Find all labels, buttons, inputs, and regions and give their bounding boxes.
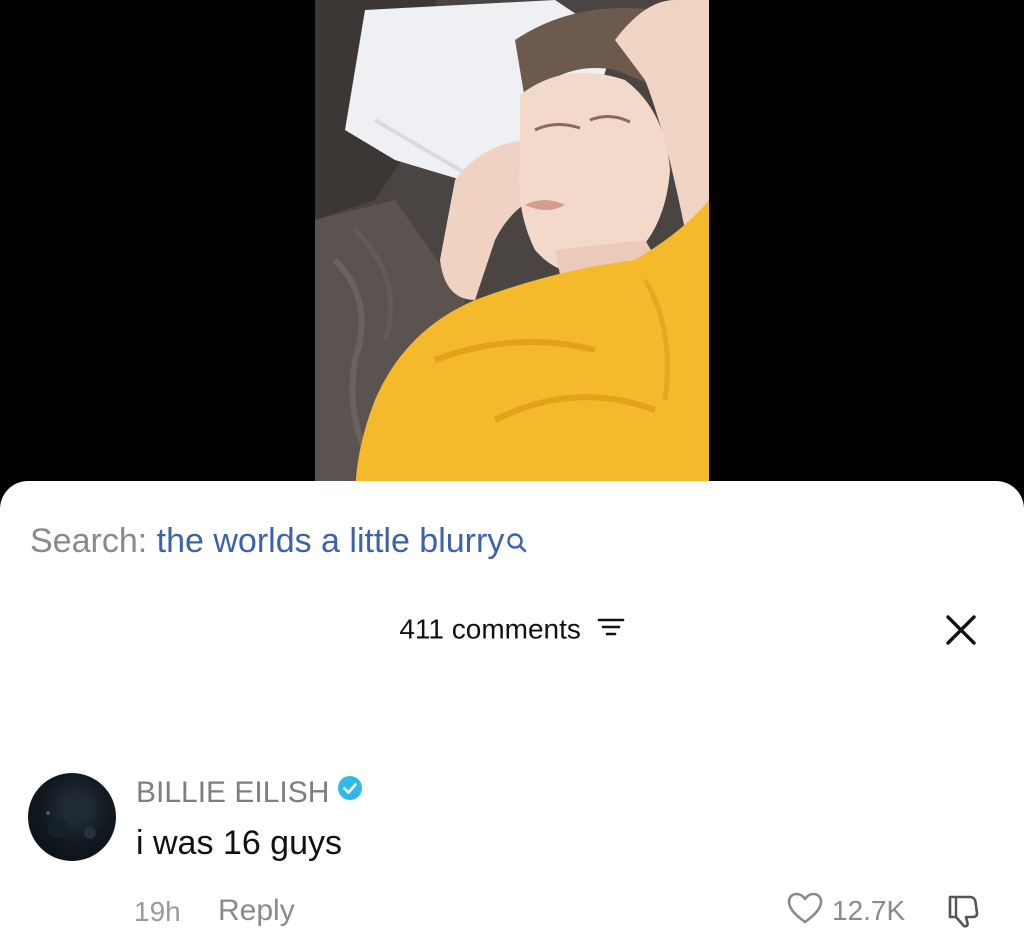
comment-text: i was 16 guys (136, 824, 342, 862)
video-still-image (315, 0, 709, 500)
search-icon[interactable] (506, 523, 528, 563)
comments-header: 411 comments (0, 611, 1024, 647)
search-term-link[interactable]: the worlds a little blurry (157, 522, 505, 560)
heart-icon[interactable] (786, 891, 824, 930)
search-prefix-label: Search: (30, 522, 148, 560)
avatar-image (46, 794, 96, 839)
video-player[interactable] (0, 0, 1024, 500)
avatar[interactable] (28, 773, 116, 861)
like-count: 12.7K (832, 894, 906, 926)
search-suggestion[interactable]: Search: the worlds a little blurry (30, 521, 528, 563)
comment-username[interactable]: BILLIE EILISH (136, 775, 363, 811)
comments-sheet: Search: the worlds a little blurry 411 c… (0, 481, 1024, 943)
username-label: BILLIE EILISH (136, 776, 330, 809)
filter-icon[interactable] (597, 613, 625, 647)
dislike-icon[interactable] (944, 891, 984, 936)
reply-button[interactable]: Reply (218, 893, 295, 929)
comment-item: BILLIE EILISH i was 16 guys 19h Reply 12… (0, 771, 1024, 943)
comment-timestamp: 19h (134, 896, 181, 927)
verified-badge-icon (337, 774, 363, 810)
tiktok-comments-screen: Search: the worlds a little blurry 411 c… (0, 0, 1024, 943)
like-button[interactable]: 12.7K (786, 891, 905, 931)
close-icon[interactable] (944, 613, 978, 647)
comments-count: 411 comments (399, 613, 581, 645)
video-frame[interactable] (315, 0, 709, 500)
